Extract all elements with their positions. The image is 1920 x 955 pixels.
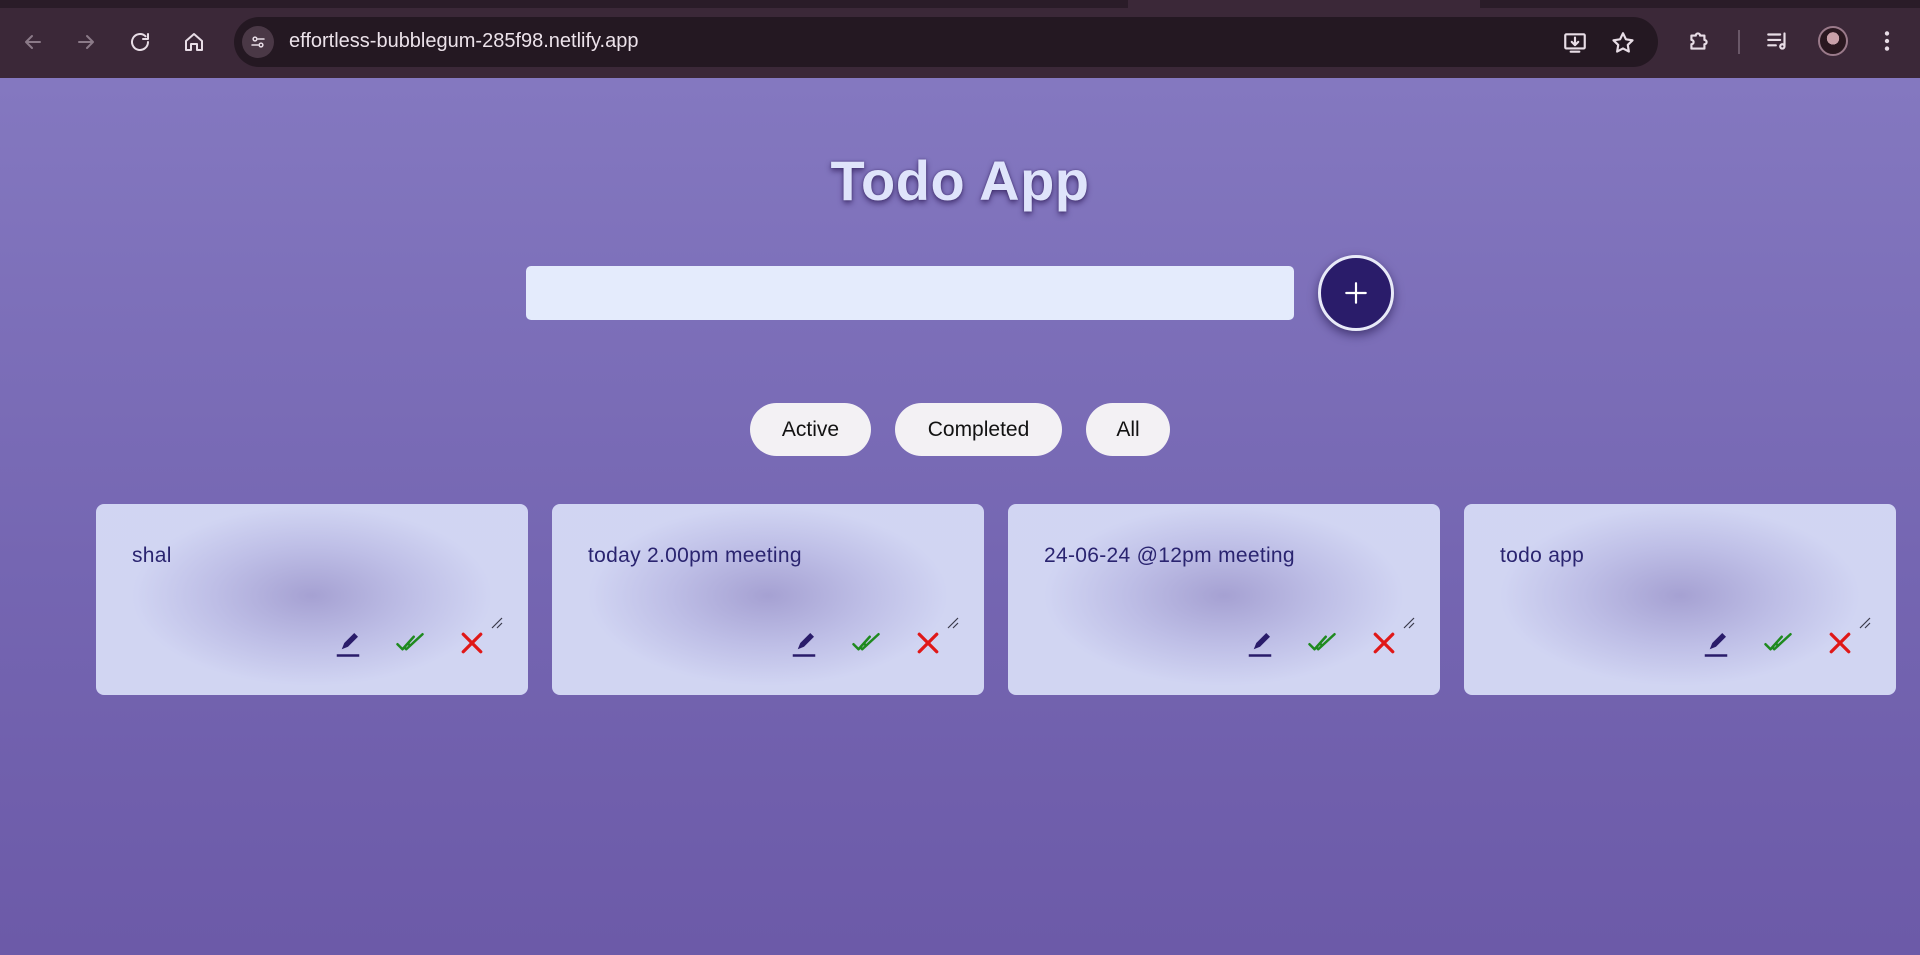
arrow-right-icon <box>78 35 94 49</box>
todo-card: today 2.00pm meeting <box>552 504 984 695</box>
forward-button[interactable] <box>66 22 106 62</box>
edit-icon <box>792 633 816 657</box>
delete-todo-button[interactable] <box>1368 627 1400 659</box>
todo-input[interactable] <box>526 266 1294 320</box>
address-bar[interactable]: effortless-bubblegum-285f98.netlify.app <box>234 17 1658 67</box>
puzzle-icon <box>1690 32 1708 50</box>
edit-todo-button[interactable] <box>332 627 364 659</box>
edit-icon <box>336 633 360 657</box>
kebab-menu-icon <box>1884 31 1890 51</box>
resize-handle-icon[interactable] <box>1402 616 1416 630</box>
plus-icon <box>1345 282 1367 304</box>
media-queue-icon <box>1767 32 1786 50</box>
filter-active-button[interactable]: Active <box>750 403 871 456</box>
todo-app-page: Todo App Active Completed All shal today… <box>0 78 1920 955</box>
tab-strip <box>0 0 1920 8</box>
delete-icon <box>461 632 483 654</box>
delete-icon <box>1373 632 1395 654</box>
profile-avatar[interactable] <box>1818 26 1848 56</box>
home-icon <box>185 33 203 51</box>
todo-text: todo app <box>1500 544 1585 567</box>
filter-all-button[interactable]: All <box>1086 403 1170 456</box>
check-icon <box>396 633 424 651</box>
edit-icon <box>1704 633 1728 657</box>
install-app-button[interactable] <box>1562 30 1588 56</box>
star-icon <box>1612 32 1634 53</box>
edit-todo-button[interactable] <box>1244 627 1276 659</box>
delete-todo-button[interactable] <box>1824 627 1856 659</box>
delete-todo-button[interactable] <box>456 627 488 659</box>
todo-text: shal <box>132 544 172 567</box>
reload-button[interactable] <box>120 22 160 62</box>
extensions-button[interactable] <box>1684 26 1714 56</box>
todo-text: today 2.00pm meeting <box>588 544 802 567</box>
page-title: Todo App <box>830 149 1090 212</box>
add-todo-button[interactable] <box>1318 255 1394 331</box>
check-icon <box>852 633 880 651</box>
media-controls-button[interactable] <box>1763 26 1793 56</box>
site-info-button[interactable] <box>242 26 274 58</box>
resize-handle-icon[interactable] <box>946 616 960 630</box>
complete-todo-button[interactable] <box>850 627 882 659</box>
edit-icon <box>1248 633 1272 657</box>
back-button[interactable] <box>13 22 53 62</box>
todo-card: 24-06-24 @12pm meeting <box>1008 504 1440 695</box>
check-icon <box>1308 633 1336 651</box>
resize-handle-icon[interactable] <box>1858 616 1872 630</box>
todo-text: 24-06-24 @12pm meeting <box>1044 544 1295 567</box>
install-app-icon <box>1564 33 1586 53</box>
reload-icon <box>131 33 149 51</box>
home-button[interactable] <box>174 22 214 62</box>
check-icon <box>1764 633 1792 651</box>
complete-todo-button[interactable] <box>1762 627 1794 659</box>
arrow-left-icon <box>25 35 41 49</box>
toolbar-divider <box>1738 30 1740 54</box>
edit-todo-button[interactable] <box>788 627 820 659</box>
bookmark-button[interactable] <box>1610 30 1636 56</box>
browser-menu-button[interactable] <box>1872 26 1902 56</box>
complete-todo-button[interactable] <box>1306 627 1338 659</box>
active-tab[interactable] <box>1128 0 1480 8</box>
delete-icon <box>1829 632 1851 654</box>
filter-completed-button[interactable]: Completed <box>895 403 1062 456</box>
delete-todo-button[interactable] <box>912 627 944 659</box>
browser-toolbar: effortless-bubblegum-285f98.netlify.app <box>0 0 1920 78</box>
todo-card: todo app <box>1464 504 1896 695</box>
complete-todo-button[interactable] <box>394 627 426 659</box>
url-text[interactable]: effortless-bubblegum-285f98.netlify.app <box>289 30 638 53</box>
delete-icon <box>917 632 939 654</box>
edit-todo-button[interactable] <box>1700 627 1732 659</box>
todo-card: shal <box>96 504 528 695</box>
resize-handle-icon[interactable] <box>490 616 504 630</box>
tune-icon <box>251 36 265 48</box>
